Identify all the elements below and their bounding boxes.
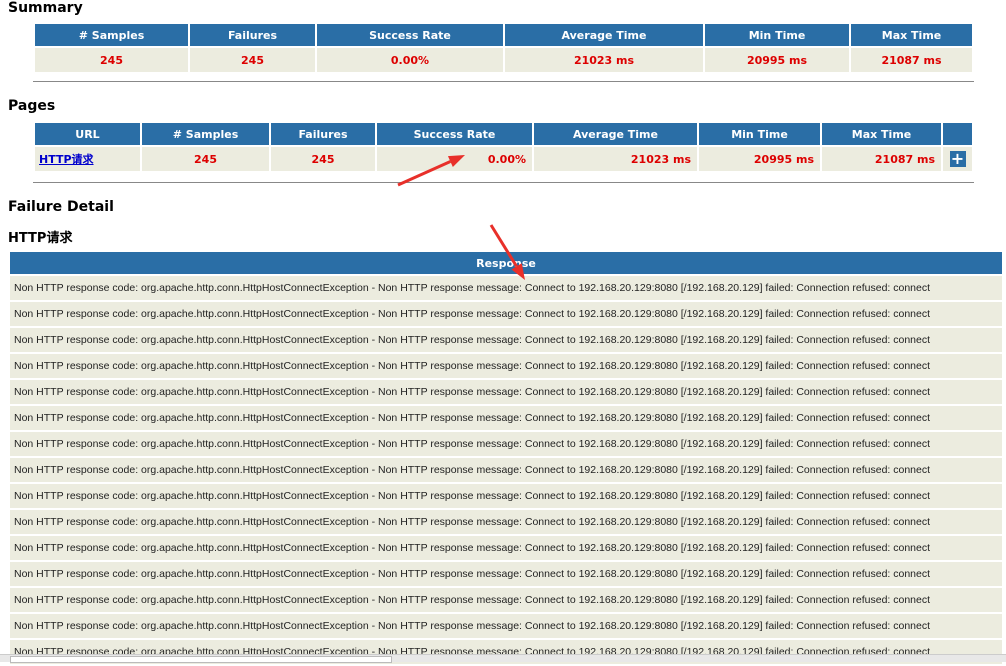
response-cell: Non HTTP response code: org.apache.http.… (10, 588, 1002, 612)
col-max-time: Max Time (851, 24, 972, 46)
row-success-rate: 0.00% (377, 147, 532, 171)
row-average-time: 21023 ms (534, 147, 697, 171)
col-max-time: Max Time (822, 123, 941, 145)
table-row: Non HTTP response code: org.apache.http.… (10, 406, 1002, 430)
summary-min-time: 20995 ms (705, 48, 849, 72)
col-expand (943, 123, 972, 145)
row-max-time: 21087 ms (822, 147, 941, 171)
col-failures: Failures (190, 24, 315, 46)
response-cell: Non HTTP response code: org.apache.http.… (10, 562, 1002, 586)
response-cell: Non HTTP response code: org.apache.http.… (10, 614, 1002, 638)
summary-average-time: 21023 ms (505, 48, 703, 72)
response-cell: Non HTTP response code: org.apache.http.… (10, 432, 1002, 456)
summary-samples: 245 (35, 48, 188, 72)
table-row: Non HTTP response code: org.apache.http.… (10, 276, 1002, 300)
scrollbar-thumb[interactable] (10, 656, 392, 663)
divider (33, 81, 974, 82)
failure-detail-title: Failure Detail (8, 199, 114, 215)
col-average-time: Average Time (534, 123, 697, 145)
table-row: Non HTTP response code: org.apache.http.… (10, 432, 1002, 456)
col-success-rate: Success Rate (377, 123, 532, 145)
summary-title: Summary (8, 0, 83, 16)
failure-subtitle: HTTP请求 (8, 231, 73, 246)
url-link[interactable]: HTTP请求 (39, 153, 94, 166)
col-samples: # Samples (35, 24, 188, 46)
summary-success-rate: 0.00% (317, 48, 503, 72)
table-row: Non HTTP response code: org.apache.http.… (10, 302, 1002, 326)
table-row: Non HTTP response code: org.apache.http.… (10, 562, 1002, 586)
col-url: URL (35, 123, 140, 145)
table-row: Non HTTP response code: org.apache.http.… (10, 458, 1002, 482)
table-row: Non HTTP response code: org.apache.http.… (10, 354, 1002, 378)
col-average-time: Average Time (505, 24, 703, 46)
table-row: Non HTTP response code: org.apache.http.… (10, 484, 1002, 508)
pages-title: Pages (8, 98, 56, 114)
table-row: Non HTTP response code: org.apache.http.… (10, 328, 1002, 352)
summary-failures: 245 (190, 48, 315, 72)
expand-plus-icon[interactable]: + (949, 151, 966, 167)
table-row: Non HTTP response code: org.apache.http.… (10, 510, 1002, 534)
response-cell: Non HTTP response code: org.apache.http.… (10, 536, 1002, 560)
response-cell: Non HTTP response code: org.apache.http.… (10, 328, 1002, 352)
table-row: Non HTTP response code: org.apache.http.… (10, 380, 1002, 404)
response-cell: Non HTTP response code: org.apache.http.… (10, 276, 1002, 300)
col-samples: # Samples (142, 123, 269, 145)
response-cell: Non HTTP response code: org.apache.http.… (10, 458, 1002, 482)
row-samples: 245 (142, 147, 269, 171)
response-cell: Non HTTP response code: org.apache.http.… (10, 510, 1002, 534)
table-row: HTTP请求 245 245 0.00% 21023 ms 20995 ms 2… (35, 147, 972, 171)
table-row: Non HTTP response code: org.apache.http.… (10, 536, 1002, 560)
col-min-time: Min Time (705, 24, 849, 46)
summary-max-time: 21087 ms (851, 48, 972, 72)
row-failures: 245 (271, 147, 375, 171)
col-min-time: Min Time (699, 123, 820, 145)
col-failures: Failures (271, 123, 375, 145)
divider (33, 182, 974, 183)
table-row: Non HTTP response code: org.apache.http.… (10, 614, 1002, 638)
response-cell: Non HTTP response code: org.apache.http.… (10, 484, 1002, 508)
response-cell: Non HTTP response code: org.apache.http.… (10, 302, 1002, 326)
response-cell: Non HTTP response code: org.apache.http.… (10, 380, 1002, 404)
pages-table: URL # Samples Failures Success Rate Aver… (33, 121, 974, 173)
table-row: Non HTTP response code: org.apache.http.… (10, 588, 1002, 612)
col-response: Response (10, 252, 1002, 274)
response-cell: Non HTTP response code: org.apache.http.… (10, 354, 1002, 378)
row-min-time: 20995 ms (699, 147, 820, 171)
col-success-rate: Success Rate (317, 24, 503, 46)
response-cell: Non HTTP response code: org.apache.http.… (10, 406, 1002, 430)
response-table: Response Non HTTP response code: org.apa… (8, 250, 1004, 666)
summary-table: # Samples Failures Success Rate Average … (33, 22, 974, 74)
